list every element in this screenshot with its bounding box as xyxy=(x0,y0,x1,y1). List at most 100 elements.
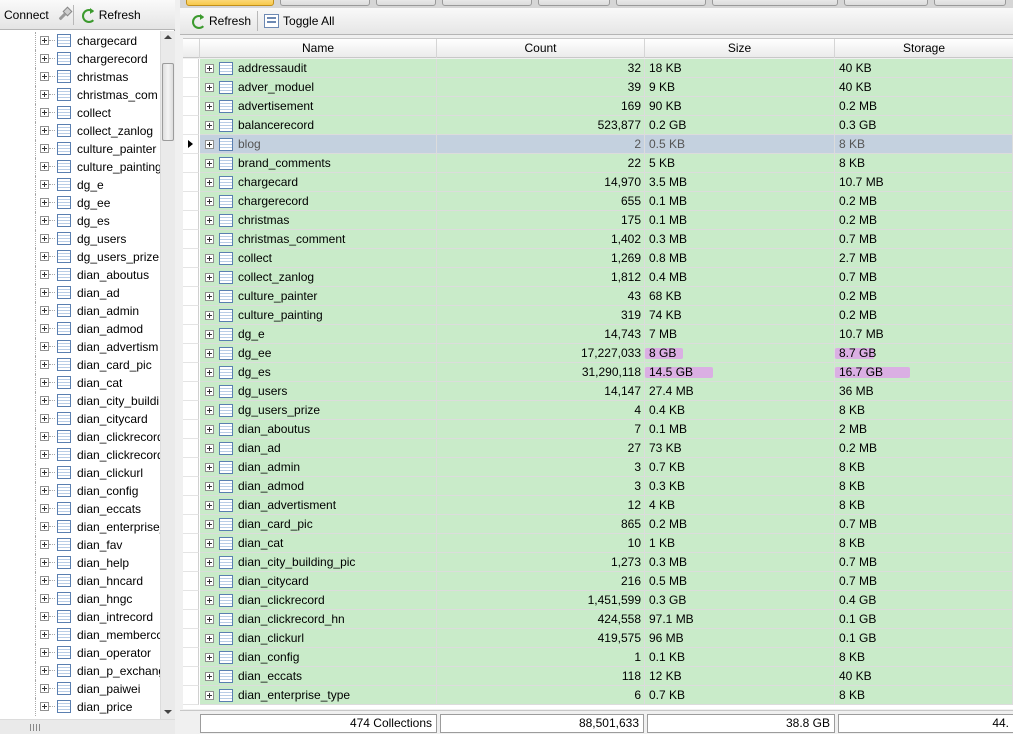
expand-plus-icon[interactable] xyxy=(205,539,214,548)
expand-plus-icon[interactable] xyxy=(40,378,49,387)
expand-plus-icon[interactable] xyxy=(40,360,49,369)
expand-plus-icon[interactable] xyxy=(205,273,214,282)
storage-cell[interactable]: 8 KB xyxy=(835,154,1013,173)
expand-plus-icon[interactable] xyxy=(205,121,214,130)
name-cell[interactable]: christmas xyxy=(200,211,437,230)
size-cell[interactable]: 73 KB xyxy=(645,439,835,458)
tree-item[interactable]: dian_membercc xyxy=(0,626,160,644)
table-row[interactable]: culture_painter 43 68 KB 0.2 MB xyxy=(183,287,1013,306)
table-row[interactable]: dian_aboutus 7 0.1 MB 2 MB xyxy=(183,420,1013,439)
size-cell[interactable]: 0.5 MB xyxy=(645,572,835,591)
row-indicator[interactable] xyxy=(183,325,199,344)
row-indicator[interactable] xyxy=(183,534,199,553)
tree-item[interactable]: dian_admin xyxy=(0,302,160,320)
storage-cell[interactable]: 0.7 MB xyxy=(835,553,1013,572)
expand-plus-icon[interactable] xyxy=(40,432,49,441)
tree-item[interactable]: dian_fav xyxy=(0,536,160,554)
count-cell[interactable]: 3 xyxy=(437,477,645,496)
tab[interactable] xyxy=(538,0,610,6)
tree-item[interactable]: chargecard xyxy=(0,32,160,50)
row-indicator[interactable] xyxy=(183,268,199,287)
table-row[interactable]: collect 1,269 0.8 MB 2.7 MB xyxy=(183,249,1013,268)
expand-plus-icon[interactable] xyxy=(40,702,49,711)
table-row[interactable]: dg_es 31,290,118 14.5 GB 16.7 GB xyxy=(183,363,1013,382)
column-header-storage[interactable]: Storage xyxy=(835,39,1013,58)
row-indicator[interactable] xyxy=(183,572,199,591)
name-cell[interactable]: adver_moduel xyxy=(200,78,437,97)
table-row[interactable]: dian_ad 27 73 KB 0.2 MB xyxy=(183,439,1013,458)
tree-item[interactable]: dian_paiwei xyxy=(0,680,160,698)
expand-plus-icon[interactable] xyxy=(40,288,49,297)
column-header-count[interactable]: Count xyxy=(437,39,645,58)
table-row[interactable]: dian_enterprise_type 6 0.7 KB 8 KB xyxy=(183,686,1013,705)
expand-plus-icon[interactable] xyxy=(205,444,214,453)
expand-plus-icon[interactable] xyxy=(205,482,214,491)
count-cell[interactable]: 4 xyxy=(437,401,645,420)
storage-cell[interactable]: 8 KB xyxy=(835,401,1013,420)
tree-item[interactable]: christmas_com xyxy=(0,86,160,104)
row-indicator[interactable] xyxy=(183,363,199,382)
expand-plus-icon[interactable] xyxy=(205,520,214,529)
tree-item[interactable]: dian_ad xyxy=(0,284,160,302)
storage-cell[interactable]: 36 MB xyxy=(835,382,1013,401)
storage-cell[interactable]: 0.1 GB xyxy=(835,610,1013,629)
count-cell[interactable]: 169 xyxy=(437,97,645,116)
size-cell[interactable]: 0.1 MB xyxy=(645,192,835,211)
table-row[interactable]: dian_clickurl 419,575 96 MB 0.1 GB xyxy=(183,629,1013,648)
name-cell[interactable]: dian_clickrecord xyxy=(200,591,437,610)
storage-cell[interactable]: 0.2 MB xyxy=(835,192,1013,211)
row-indicator[interactable] xyxy=(183,686,199,705)
storage-cell[interactable]: 8 KB xyxy=(835,135,1013,154)
name-cell[interactable]: advertisement xyxy=(200,97,437,116)
expand-plus-icon[interactable] xyxy=(40,306,49,315)
expand-plus-icon[interactable] xyxy=(40,72,49,81)
storage-cell[interactable]: 8 KB xyxy=(835,648,1013,667)
size-cell[interactable]: 0.4 MB xyxy=(645,268,835,287)
name-cell[interactable]: dg_ee xyxy=(200,344,437,363)
count-cell[interactable]: 14,970 xyxy=(437,173,645,192)
expand-plus-icon[interactable] xyxy=(205,83,214,92)
name-cell[interactable]: dian_city_building_pic xyxy=(200,553,437,572)
name-cell[interactable]: dian_admin xyxy=(200,458,437,477)
name-cell[interactable]: chargerecord xyxy=(200,192,437,211)
size-cell[interactable]: 0.4 KB xyxy=(645,401,835,420)
expand-plus-icon[interactable] xyxy=(40,630,49,639)
name-cell[interactable]: dian_admod xyxy=(200,477,437,496)
count-cell[interactable]: 655 xyxy=(437,192,645,211)
count-cell[interactable]: 424,558 xyxy=(437,610,645,629)
count-cell[interactable]: 14,147 xyxy=(437,382,645,401)
expand-plus-icon[interactable] xyxy=(40,126,49,135)
tree-item[interactable]: dian_clickrecord xyxy=(0,446,160,464)
size-cell[interactable]: 0.7 KB xyxy=(645,458,835,477)
name-cell[interactable]: addressaudit xyxy=(200,59,437,78)
tab[interactable] xyxy=(616,0,706,6)
tree-item[interactable]: dian_intrecord xyxy=(0,608,160,626)
tree-item[interactable]: dian_admod xyxy=(0,320,160,338)
size-cell[interactable]: 4 KB xyxy=(645,496,835,515)
name-cell[interactable]: blog xyxy=(200,135,437,154)
expand-plus-icon[interactable] xyxy=(40,234,49,243)
expand-plus-icon[interactable] xyxy=(40,90,49,99)
row-indicator[interactable] xyxy=(183,135,199,154)
expand-plus-icon[interactable] xyxy=(205,216,214,225)
name-cell[interactable]: culture_painting xyxy=(200,306,437,325)
name-cell[interactable]: balancerecord xyxy=(200,116,437,135)
expand-plus-icon[interactable] xyxy=(205,102,214,111)
storage-cell[interactable]: 0.2 MB xyxy=(835,211,1013,230)
tab-active[interactable] xyxy=(186,0,274,6)
expand-plus-icon[interactable] xyxy=(40,108,49,117)
row-indicator[interactable] xyxy=(183,439,199,458)
table-row[interactable]: dg_ee 17,227,033 8 GB 8.7 GB xyxy=(183,344,1013,363)
row-indicator[interactable] xyxy=(183,78,199,97)
tree-item[interactable]: dian_hngc xyxy=(0,590,160,608)
expand-plus-icon[interactable] xyxy=(40,540,49,549)
size-cell[interactable]: 3.5 MB xyxy=(645,173,835,192)
expand-plus-icon[interactable] xyxy=(205,387,214,396)
tab[interactable] xyxy=(712,0,838,6)
expand-plus-icon[interactable] xyxy=(40,324,49,333)
tree-item[interactable]: chargerecord xyxy=(0,50,160,68)
storage-cell[interactable]: 10.7 MB xyxy=(835,325,1013,344)
count-cell[interactable]: 118 xyxy=(437,667,645,686)
size-cell[interactable]: 74 KB xyxy=(645,306,835,325)
name-cell[interactable]: dg_users_prize xyxy=(200,401,437,420)
